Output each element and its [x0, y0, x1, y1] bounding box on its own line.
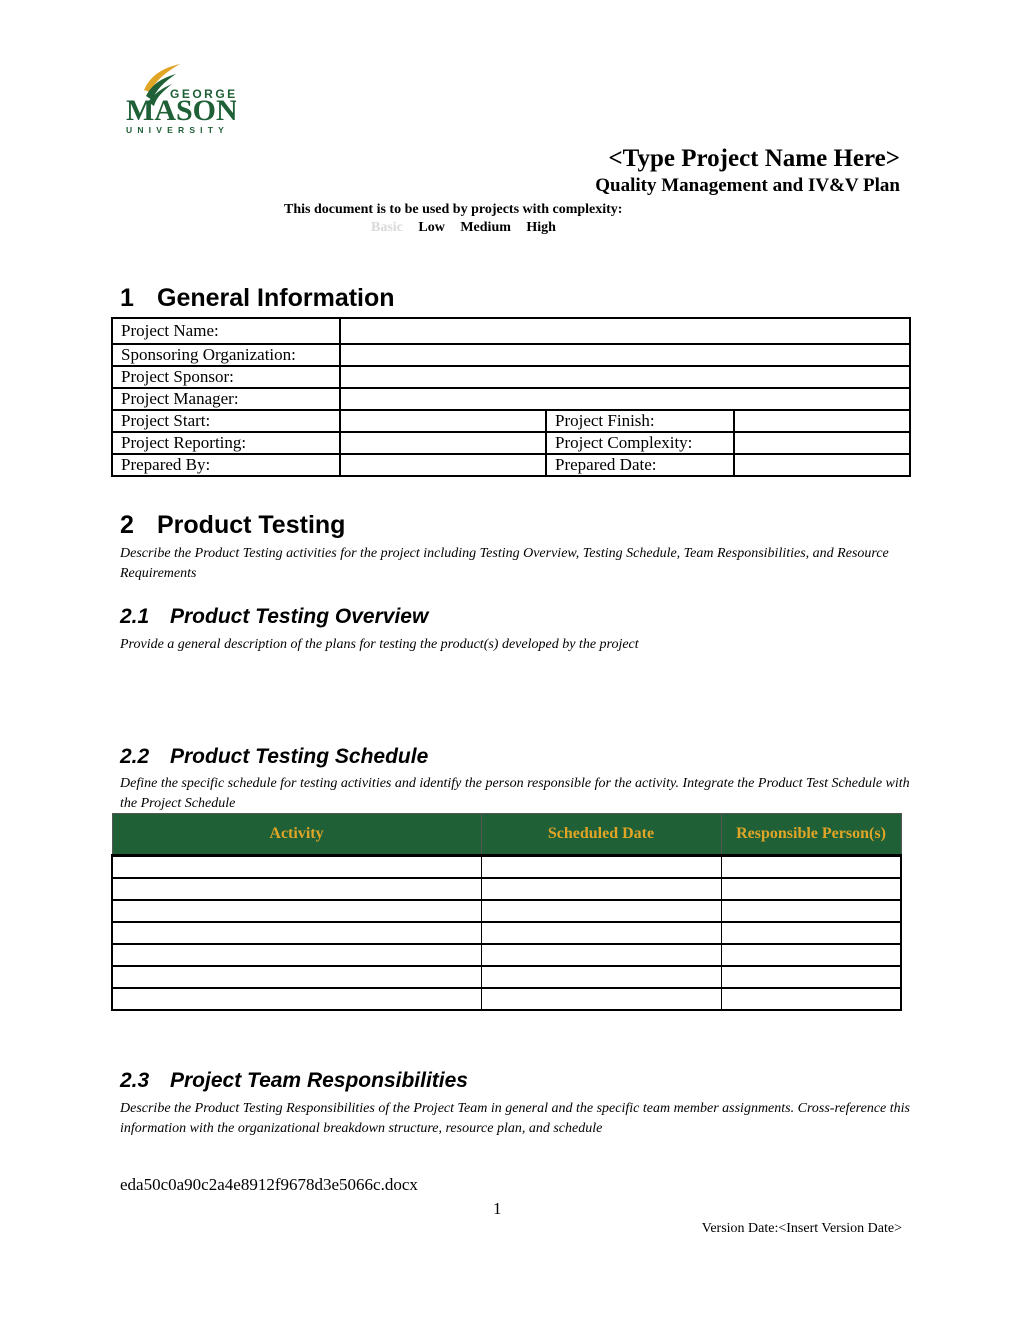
responsible-person-cell[interactable] [720, 899, 902, 923]
subsection-number: 2.2 [120, 745, 150, 768]
footer-filename: eda50c0a90c2a4e8912f9678d3e5066c.docx [120, 1175, 418, 1194]
subsection-heading-testing-schedule: 2.2 Product Testing Schedule [120, 744, 428, 769]
project-sponsor-field[interactable] [339, 365, 911, 389]
table-row: Project Name: [111, 317, 911, 345]
responsible-person-cell[interactable] [720, 854, 902, 879]
section-heading-product-testing: 2 Product Testing [120, 510, 345, 540]
field-label: Project Finish: [545, 409, 735, 433]
activity-cell[interactable] [111, 943, 482, 967]
document-title: <Type Project Name Here> [608, 145, 900, 172]
field-label: Project Complexity: [545, 431, 735, 455]
section-title: General Information [157, 284, 395, 312]
logo-mason-text: MASON [126, 94, 236, 127]
table-row: Project Sponsor: [111, 365, 911, 389]
logo-mark-icon: GEORGE MASON UNIVERSITY [126, 64, 236, 135]
responsible-person-cell[interactable] [720, 965, 902, 989]
responsible-person-cell[interactable] [720, 987, 902, 1011]
sponsoring-organization-field[interactable] [339, 343, 911, 367]
subsection-title: Product Testing Overview [170, 605, 429, 628]
project-start-field[interactable] [339, 409, 547, 433]
subsection-heading-testing-overview: 2.1 Product Testing Overview [120, 604, 428, 629]
scheduled-date-cell[interactable] [480, 965, 722, 989]
project-reporting-field[interactable] [339, 431, 547, 455]
table-row [111, 877, 902, 901]
george-mason-logo: GEORGE MASON UNIVERSITY [124, 62, 236, 136]
footer-version-date: Version Date:<Insert Version Date> [701, 1221, 902, 1236]
table-row [111, 899, 902, 923]
scheduled-date-cell[interactable] [480, 987, 722, 1011]
table-row [111, 921, 902, 945]
complexity-medium: Medium [460, 220, 511, 235]
table-row [111, 965, 902, 989]
activity-cell[interactable] [111, 877, 482, 901]
field-label: Prepared By: [111, 453, 341, 477]
field-label: Project Start: [111, 409, 341, 433]
project-name-field[interactable] [339, 317, 911, 345]
table-row [111, 987, 902, 1011]
section-description: Describe the Product Testing activities … [120, 546, 889, 581]
scheduled-date-cell[interactable] [480, 943, 722, 967]
field-label: Project Manager: [111, 387, 341, 411]
prepared-date-field[interactable] [733, 453, 911, 477]
activity-cell[interactable] [111, 987, 482, 1011]
table-row: Sponsoring Organization: [111, 343, 911, 367]
project-finish-field[interactable] [733, 409, 911, 433]
table-row [111, 854, 902, 879]
testing-schedule-table: Activity Scheduled Date Responsible Pers… [111, 813, 902, 1011]
responsible-person-cell[interactable] [720, 921, 902, 945]
field-label: Project Reporting: [111, 431, 341, 455]
document-subtitle: Quality Management and IV&V Plan [595, 175, 900, 196]
complexity-low: Low [418, 220, 445, 235]
section-number: 2 [120, 511, 134, 539]
general-information-table: Project Name: Sponsoring Organization: P… [111, 317, 911, 477]
subsection-title: Product Testing Schedule [170, 745, 429, 768]
subsection-number: 2.1 [120, 605, 150, 628]
complexity-basic: Basic [371, 220, 403, 235]
complexity-high: High [526, 220, 556, 235]
responsible-person-cell[interactable] [720, 877, 902, 901]
complexity-levels: Basic Low Medium High [371, 220, 568, 236]
footer-page-number: 1 [493, 1199, 502, 1218]
column-header-responsible-persons: Responsible Person(s) [720, 813, 902, 857]
section-heading-general-information: 1 General Information [120, 283, 395, 313]
table-row: Prepared By: Prepared Date: [111, 453, 911, 477]
subsection-description: Provide a general description of the pla… [120, 637, 639, 652]
subsection-number: 2.3 [120, 1069, 150, 1092]
scheduled-date-cell[interactable] [480, 899, 722, 923]
field-label: Sponsoring Organization: [111, 343, 341, 367]
project-complexity-field[interactable] [733, 431, 911, 455]
field-label: Prepared Date: [545, 453, 735, 477]
activity-cell[interactable] [111, 899, 482, 923]
responsible-person-cell[interactable] [720, 943, 902, 967]
logo-university-text: UNIVERSITY [126, 125, 229, 135]
table-row: Project Reporting: Project Complexity: [111, 431, 911, 455]
table-row [111, 943, 902, 967]
table-header-row: Activity Scheduled Date Responsible Pers… [111, 813, 902, 857]
field-label: Project Name: [111, 317, 341, 345]
subsection-description: Define the specific schedule for testing… [120, 776, 910, 811]
activity-cell[interactable] [111, 965, 482, 989]
column-header-scheduled-date: Scheduled Date [480, 813, 722, 857]
scheduled-date-cell[interactable] [480, 921, 722, 945]
section-number: 1 [120, 284, 134, 312]
activity-cell[interactable] [111, 854, 482, 879]
field-label: Project Sponsor: [111, 365, 341, 389]
subsection-description: Describe the Product Testing Responsibil… [120, 1101, 910, 1136]
project-manager-field[interactable] [339, 387, 911, 411]
scheduled-date-cell[interactable] [480, 854, 722, 879]
subsection-heading-team-responsibilities: 2.3 Project Team Responsibilities [120, 1068, 468, 1093]
table-row: Project Manager: [111, 387, 911, 411]
prepared-by-field[interactable] [339, 453, 547, 477]
column-header-activity: Activity [111, 813, 482, 857]
section-title: Product Testing [157, 511, 346, 539]
scheduled-date-cell[interactable] [480, 877, 722, 901]
activity-cell[interactable] [111, 921, 482, 945]
complexity-note: This document is to be used by projects … [284, 202, 623, 217]
table-row: Project Start: Project Finish: [111, 409, 911, 433]
subsection-title: Project Team Responsibilities [170, 1069, 468, 1092]
